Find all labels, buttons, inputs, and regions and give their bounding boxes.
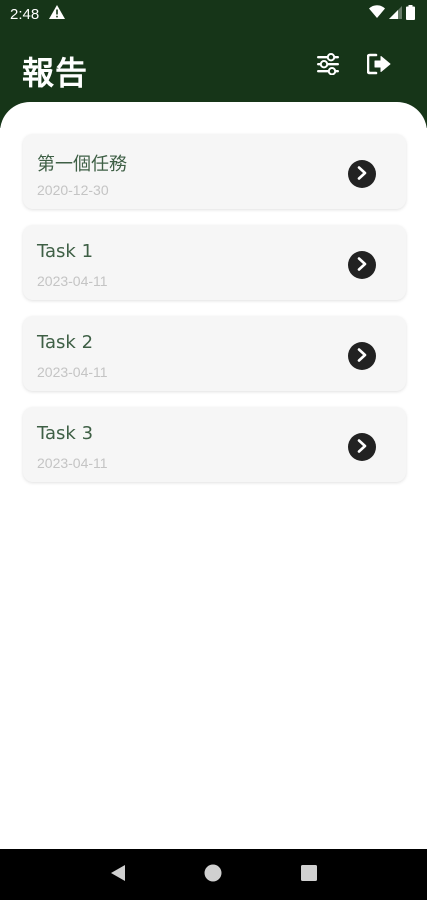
logout-icon xyxy=(366,53,393,79)
open-task-button[interactable] xyxy=(348,433,376,461)
home-button[interactable] xyxy=(198,860,228,890)
page-title: 報告 xyxy=(22,54,89,92)
open-task-button[interactable] xyxy=(348,251,376,279)
open-task-button[interactable] xyxy=(348,160,376,188)
task-date: 2023-04-11 xyxy=(37,273,108,289)
task-title: 第一個任務 xyxy=(37,154,127,175)
status-left: 2:48 xyxy=(10,5,66,23)
task-title: Task 3 xyxy=(37,423,94,444)
app-screen: 2:48 報告 第一個任務 2020-12-30 Task 1 2023-04-… xyxy=(0,0,427,900)
task-date: 2020-12-30 xyxy=(37,182,109,198)
recents-icon xyxy=(301,864,318,885)
task-card[interactable]: Task 3 2023-04-11 xyxy=(23,407,406,482)
chevron-right-icon xyxy=(356,347,368,366)
task-date: 2023-04-11 xyxy=(37,455,108,471)
status-time: 2:48 xyxy=(10,5,40,23)
status-bar: 2:48 xyxy=(0,0,427,28)
task-title: Task 2 xyxy=(37,332,94,353)
task-card[interactable]: Task 1 2023-04-11 xyxy=(23,225,406,300)
warning-icon xyxy=(49,5,66,23)
home-icon xyxy=(204,864,222,886)
back-button[interactable] xyxy=(103,860,133,890)
signal-icon xyxy=(389,5,402,23)
system-nav-bar xyxy=(0,849,427,900)
back-icon xyxy=(110,864,126,886)
chevron-right-icon xyxy=(356,165,368,184)
recents-button[interactable] xyxy=(294,860,324,890)
chevron-right-icon xyxy=(356,438,368,457)
task-card[interactable]: Task 2 2023-04-11 xyxy=(23,316,406,391)
task-title: Task 1 xyxy=(37,241,94,262)
logout-button[interactable] xyxy=(364,50,396,82)
open-task-button[interactable] xyxy=(348,342,376,370)
chevron-right-icon xyxy=(356,256,368,275)
task-list: 第一個任務 2020-12-30 Task 1 2023-04-11 Task … xyxy=(0,102,427,849)
status-right xyxy=(369,4,415,24)
battery-icon xyxy=(406,4,415,24)
filter-sliders-icon xyxy=(316,52,340,79)
task-card[interactable]: 第一個任務 2020-12-30 xyxy=(23,134,406,209)
filter-button[interactable] xyxy=(312,50,344,82)
task-date: 2023-04-11 xyxy=(37,364,108,380)
wifi-icon xyxy=(369,5,385,23)
